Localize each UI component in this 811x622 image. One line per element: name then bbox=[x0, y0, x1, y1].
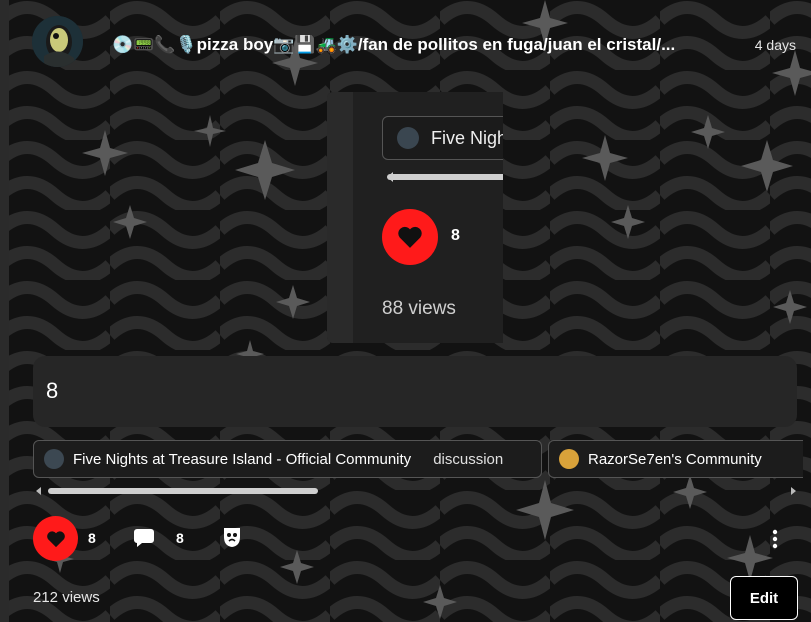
post-body: 8 bbox=[33, 356, 797, 427]
communities-scrollbar[interactable] bbox=[36, 487, 796, 497]
author-avatar[interactable] bbox=[32, 16, 83, 67]
avatar-image bbox=[32, 16, 83, 67]
community-category: discussion bbox=[433, 450, 504, 468]
community-chip-fnati[interactable]: Five Nights at Treasure Island - Officia… bbox=[33, 440, 542, 478]
scroll-left-arrow[interactable] bbox=[36, 487, 41, 495]
screenshot-side-strip bbox=[327, 92, 353, 343]
screenshot-like-count: 8 bbox=[451, 227, 460, 244]
post-body-text: 8 bbox=[46, 378, 59, 403]
screenshot-like-button bbox=[382, 209, 438, 265]
screenshot-scrollbar bbox=[387, 174, 503, 180]
more-vertical-icon bbox=[772, 529, 778, 549]
post-timestamp: 4 days bbox=[754, 37, 796, 53]
scroll-right-arrow[interactable] bbox=[791, 487, 796, 495]
like-count: 8 bbox=[88, 530, 96, 546]
edit-button[interactable]: Edit bbox=[730, 576, 798, 620]
community-name: RazorSe7en's Community bbox=[588, 450, 762, 468]
community-chips: Five Nights at Treasure Island - Officia… bbox=[33, 440, 803, 478]
screenshot-community-chip: Five Nigh bbox=[382, 116, 503, 160]
community-name: Five Nights at Treasure Island - Officia… bbox=[73, 450, 412, 468]
screenshot-views: 88 views bbox=[382, 298, 456, 319]
comment-count: 8 bbox=[176, 530, 184, 546]
community-chip-razorse7en[interactable]: RazorSe7en's Community bbox=[548, 440, 803, 478]
heart-icon bbox=[398, 226, 422, 248]
post-views: 212 views bbox=[33, 589, 100, 606]
comment-icon bbox=[134, 529, 154, 547]
left-edge-panel bbox=[0, 0, 9, 622]
screenshot-chip-text: Five Nigh bbox=[431, 128, 503, 148]
heart-icon bbox=[46, 530, 65, 547]
community-avatar bbox=[559, 449, 579, 469]
more-options-button[interactable] bbox=[765, 527, 785, 551]
community-avatar bbox=[44, 449, 64, 469]
post-actions: 8 8 bbox=[33, 516, 797, 562]
mask-icon bbox=[224, 528, 240, 547]
post-header: 💿📟📞🎙️pizza boy📷💾🚜⚙️/fan de pollitos en f… bbox=[32, 16, 802, 72]
author-title[interactable]: 💿📟📞🎙️pizza boy📷💾🚜⚙️/fan de pollitos en f… bbox=[112, 35, 732, 55]
embedded-screenshot[interactable]: Five Nigh 8 88 views bbox=[327, 92, 503, 343]
screenshot-chip-avatar bbox=[397, 127, 419, 149]
scroll-thumb[interactable] bbox=[48, 488, 318, 494]
comment-button[interactable] bbox=[133, 528, 157, 550]
mask-button[interactable] bbox=[221, 526, 245, 550]
like-button[interactable] bbox=[33, 516, 78, 561]
